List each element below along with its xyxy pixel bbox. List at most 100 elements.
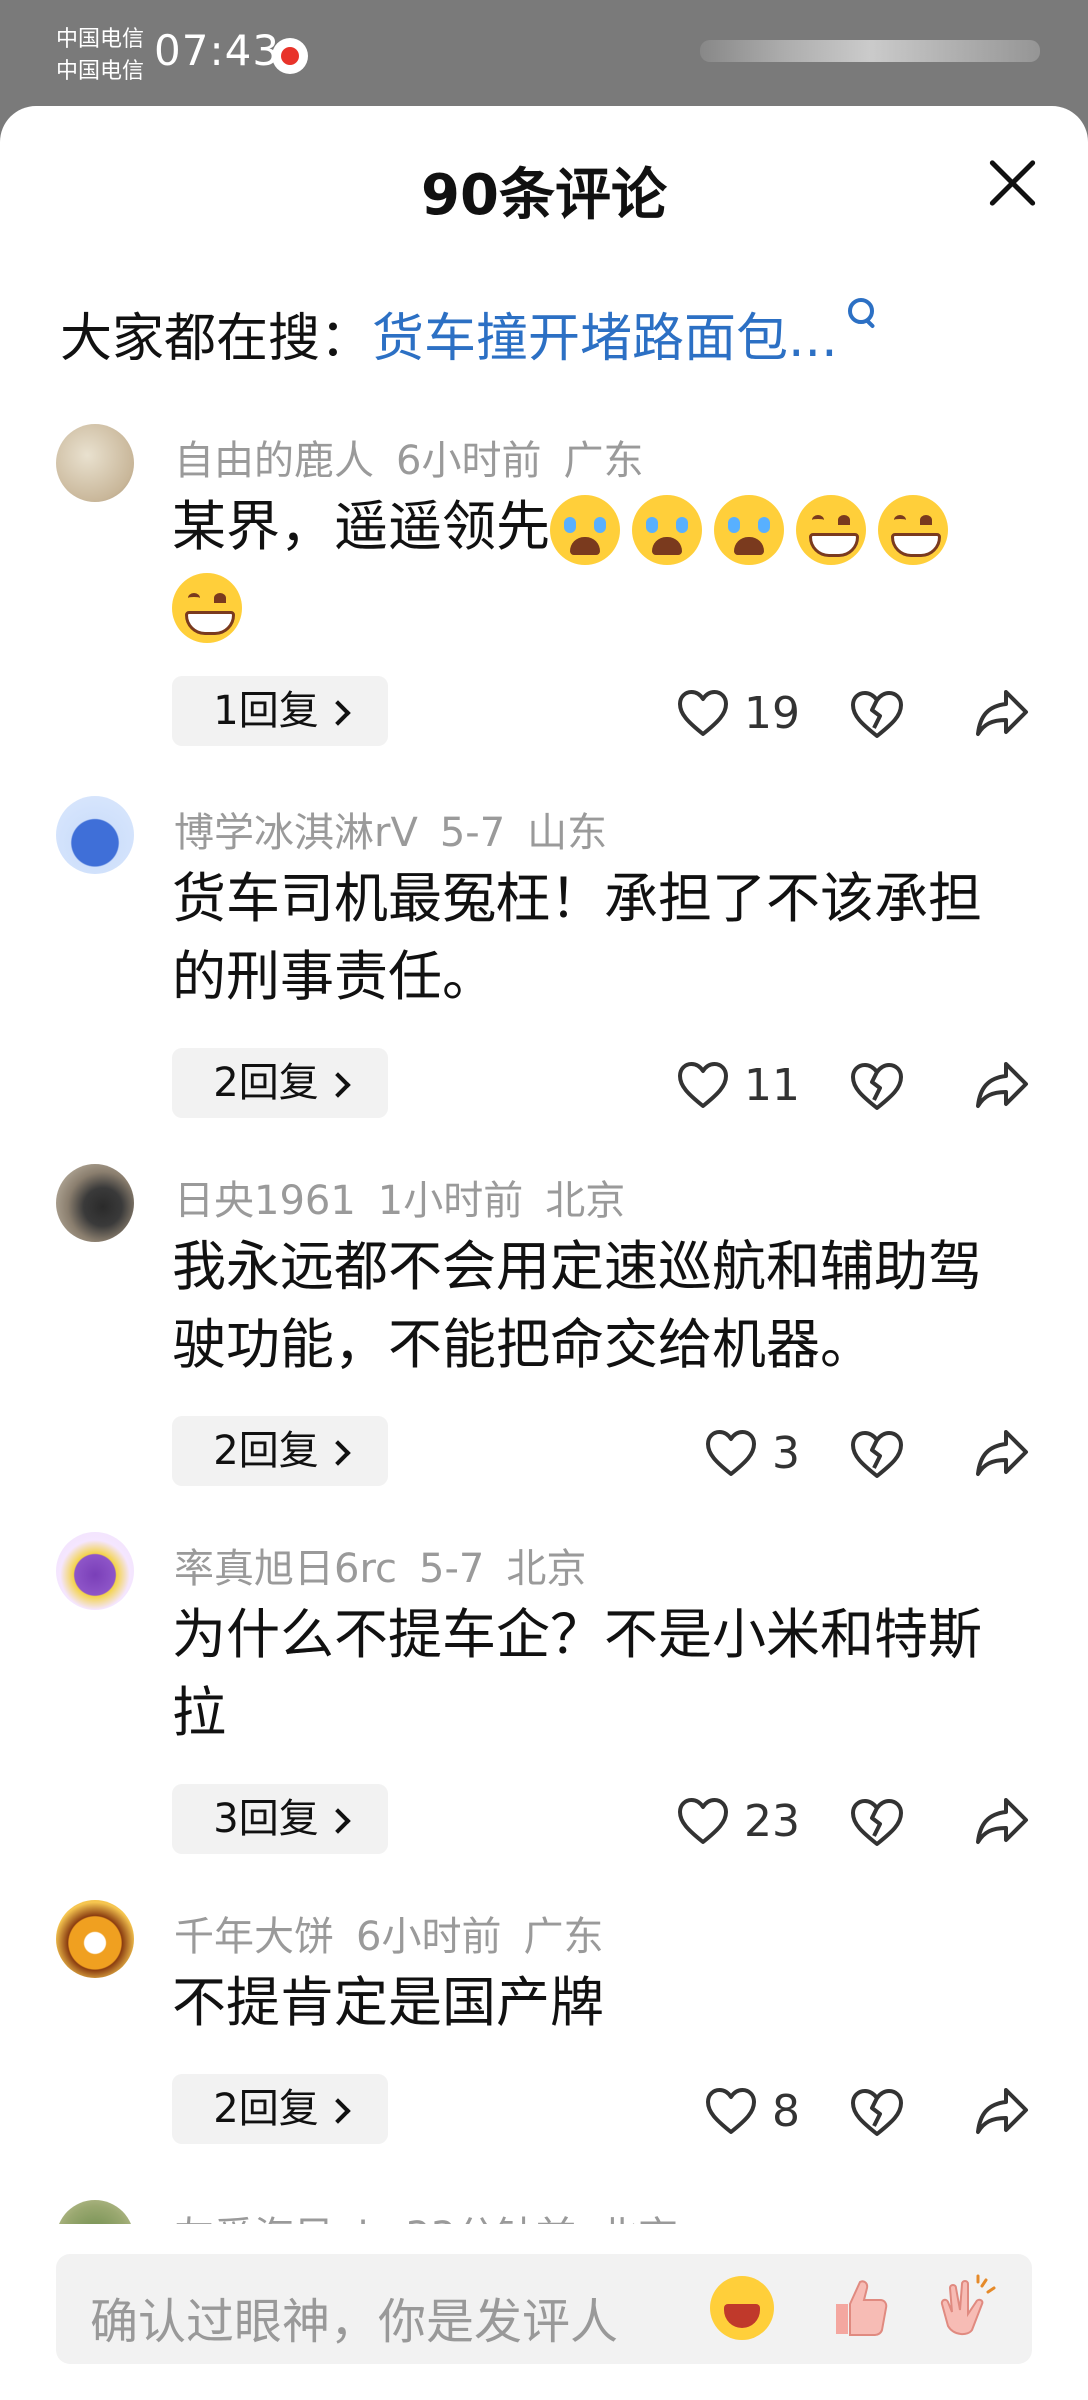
thumbs-up-icon[interactable] <box>826 2274 890 2340</box>
sheet-title: 90条评论 <box>421 163 667 228</box>
comment-meta: 率真旭日6rc 5-7 北京 <box>174 1536 586 1594</box>
view-replies-button[interactable]: 2回复 <box>172 2074 388 2144</box>
chevron-right-icon <box>324 1440 351 1466</box>
comment-text[interactable]: 货车司机最冤枉！承担了不该承担的刑事责任。 <box>172 860 1032 1016</box>
like-count: 23 <box>744 1795 800 1847</box>
grinning-emoji-icon <box>878 495 948 566</box>
reply-count-label: 3回复 <box>213 1796 319 1842</box>
reply-count-label: 2回复 <box>213 2086 319 2132</box>
grinning-emoji-icon <box>172 573 242 644</box>
comment-text[interactable]: 某界，遥遥领先 <box>172 488 1032 644</box>
comment-meta: 千年大饼 6小时前 广东 <box>174 1904 603 1962</box>
chevron-right-icon <box>324 1072 351 1098</box>
laughing-emoji-icon[interactable] <box>710 2276 774 2340</box>
like-count: 19 <box>744 687 800 739</box>
comment-time: 6小时前 <box>356 1914 502 1960</box>
heart-icon <box>706 2088 756 2134</box>
broken-heart-icon[interactable] <box>848 1428 906 1480</box>
avatar[interactable] <box>56 1164 134 1242</box>
like-count: 8 <box>772 2085 800 2137</box>
broken-heart-icon[interactable] <box>848 1796 906 1848</box>
view-replies-button[interactable]: 2回复 <box>172 1416 388 1486</box>
share-icon[interactable] <box>974 2084 1030 2138</box>
comment-location: 山东 <box>527 810 608 856</box>
like-button[interactable]: 8 <box>704 2084 800 2138</box>
comment-meta: 自由的鹿人 6小时前 广东 <box>174 428 643 486</box>
view-replies-button[interactable]: 2回复 <box>172 1048 388 1118</box>
comment-input[interactable]: 确认过眼神，你是发评人 <box>56 2254 1032 2364</box>
broken-heart-icon[interactable] <box>848 1060 906 1112</box>
like-count: 3 <box>772 1427 800 1479</box>
username[interactable]: 友爱海风yb <box>174 2214 383 2224</box>
reply-count-label: 1回复 <box>213 688 319 734</box>
avatar[interactable] <box>56 2200 134 2224</box>
share-icon[interactable] <box>974 1426 1030 1480</box>
comment-time: 33分钟前 <box>405 2214 576 2224</box>
comment-meta: 日央1961 1小时前 北京 <box>174 1168 625 1226</box>
comment-location: 北京 <box>598 2214 678 2224</box>
heart-icon <box>678 1798 728 1844</box>
reply-count-label: 2回复 <box>213 1428 319 1474</box>
share-icon[interactable] <box>974 1058 1030 1112</box>
comment-time: 6小时前 <box>396 438 542 484</box>
username[interactable]: 千年大饼 <box>174 1914 334 1960</box>
app-notification-icon <box>272 38 308 74</box>
comment-text[interactable]: 不提肯定是国产牌 <box>172 1964 1032 2042</box>
avatar[interactable] <box>56 1900 134 1978</box>
status-indicators <box>700 40 1040 62</box>
carrier-1: 中国电信 <box>56 27 145 52</box>
comment-time: 5-7 <box>439 810 506 856</box>
comment-location: 北京 <box>506 1546 587 1592</box>
comment-actions: 1回复 19 <box>0 676 1088 746</box>
broken-heart-icon[interactable] <box>848 688 906 740</box>
heart-icon <box>678 1062 728 1108</box>
chevron-right-icon <box>324 2098 351 2124</box>
close-icon[interactable] <box>980 150 1046 216</box>
reply-count-label: 2回复 <box>213 1060 319 1106</box>
comment-actions: 2回复 11 <box>0 1048 1088 1118</box>
heart-icon <box>678 690 728 736</box>
comment-time: 5-7 <box>419 1546 485 1592</box>
comment-actions: 2回复 8 <box>0 2074 1088 2144</box>
chevron-right-icon <box>324 1808 351 1834</box>
comment-time: 1小时前 <box>377 1178 524 1224</box>
comment-location: 广东 <box>523 1914 604 1960</box>
crying-emoji-icon <box>550 495 620 566</box>
like-button[interactable]: 11 <box>676 1058 800 1112</box>
comment-text[interactable]: 为什么不提车企？不是小米和特斯拉 <box>172 1596 1032 1752</box>
view-replies-button[interactable]: 1回复 <box>172 676 388 746</box>
status-bar: 中国电信 中国电信 07:43 <box>0 0 1088 110</box>
heart-icon <box>706 1430 756 1476</box>
comment-list[interactable]: 自由的鹿人 6小时前 广东 某界，遥遥领先 1回复 19 博学冰淇淋rV 5-7 山东 … <box>0 300 1088 2224</box>
like-button[interactable]: 19 <box>676 686 800 740</box>
broken-heart-icon[interactable] <box>848 2086 906 2138</box>
username[interactable]: 率真旭日6rc <box>174 1546 397 1592</box>
username[interactable]: 日央1961 <box>174 1178 356 1224</box>
comment-location: 北京 <box>545 1178 626 1224</box>
comment-text[interactable]: 我永远都不会用定速巡航和辅助驾驶功能，不能把命交给机器。 <box>172 1228 1032 1384</box>
share-icon[interactable] <box>974 1794 1030 1848</box>
like-count: 11 <box>744 1059 800 1111</box>
chevron-right-icon <box>324 700 351 726</box>
clapping-hands-icon[interactable] <box>934 2274 1000 2340</box>
comment-meta: 博学冰淇淋rV 5-7 山东 <box>174 800 607 858</box>
carrier-labels: 中国电信 中国电信 <box>56 24 144 88</box>
like-button[interactable]: 23 <box>676 1794 800 1848</box>
comment-location: 广东 <box>563 438 644 484</box>
like-button[interactable]: 3 <box>704 1426 800 1480</box>
comment-meta: 友爱海风yb 33分钟前 北京 <box>174 2204 678 2224</box>
username[interactable]: 博学冰淇淋rV <box>174 810 418 856</box>
view-replies-button[interactable]: 3回复 <box>172 1784 388 1854</box>
comment-input-placeholder: 确认过眼神，你是发评人 <box>90 2294 619 2350</box>
share-icon[interactable] <box>974 686 1030 740</box>
avatar[interactable] <box>56 1532 134 1610</box>
comment-actions: 3回复 23 <box>0 1784 1088 1854</box>
crying-emoji-icon <box>632 495 702 566</box>
clock: 07:43 <box>154 26 281 75</box>
carrier-2: 中国电信 <box>56 59 145 84</box>
avatar[interactable] <box>56 424 134 502</box>
username[interactable]: 自由的鹿人 <box>174 438 374 484</box>
grinning-emoji-icon <box>796 495 866 566</box>
avatar[interactable] <box>56 796 134 874</box>
crying-emoji-icon <box>714 495 784 566</box>
